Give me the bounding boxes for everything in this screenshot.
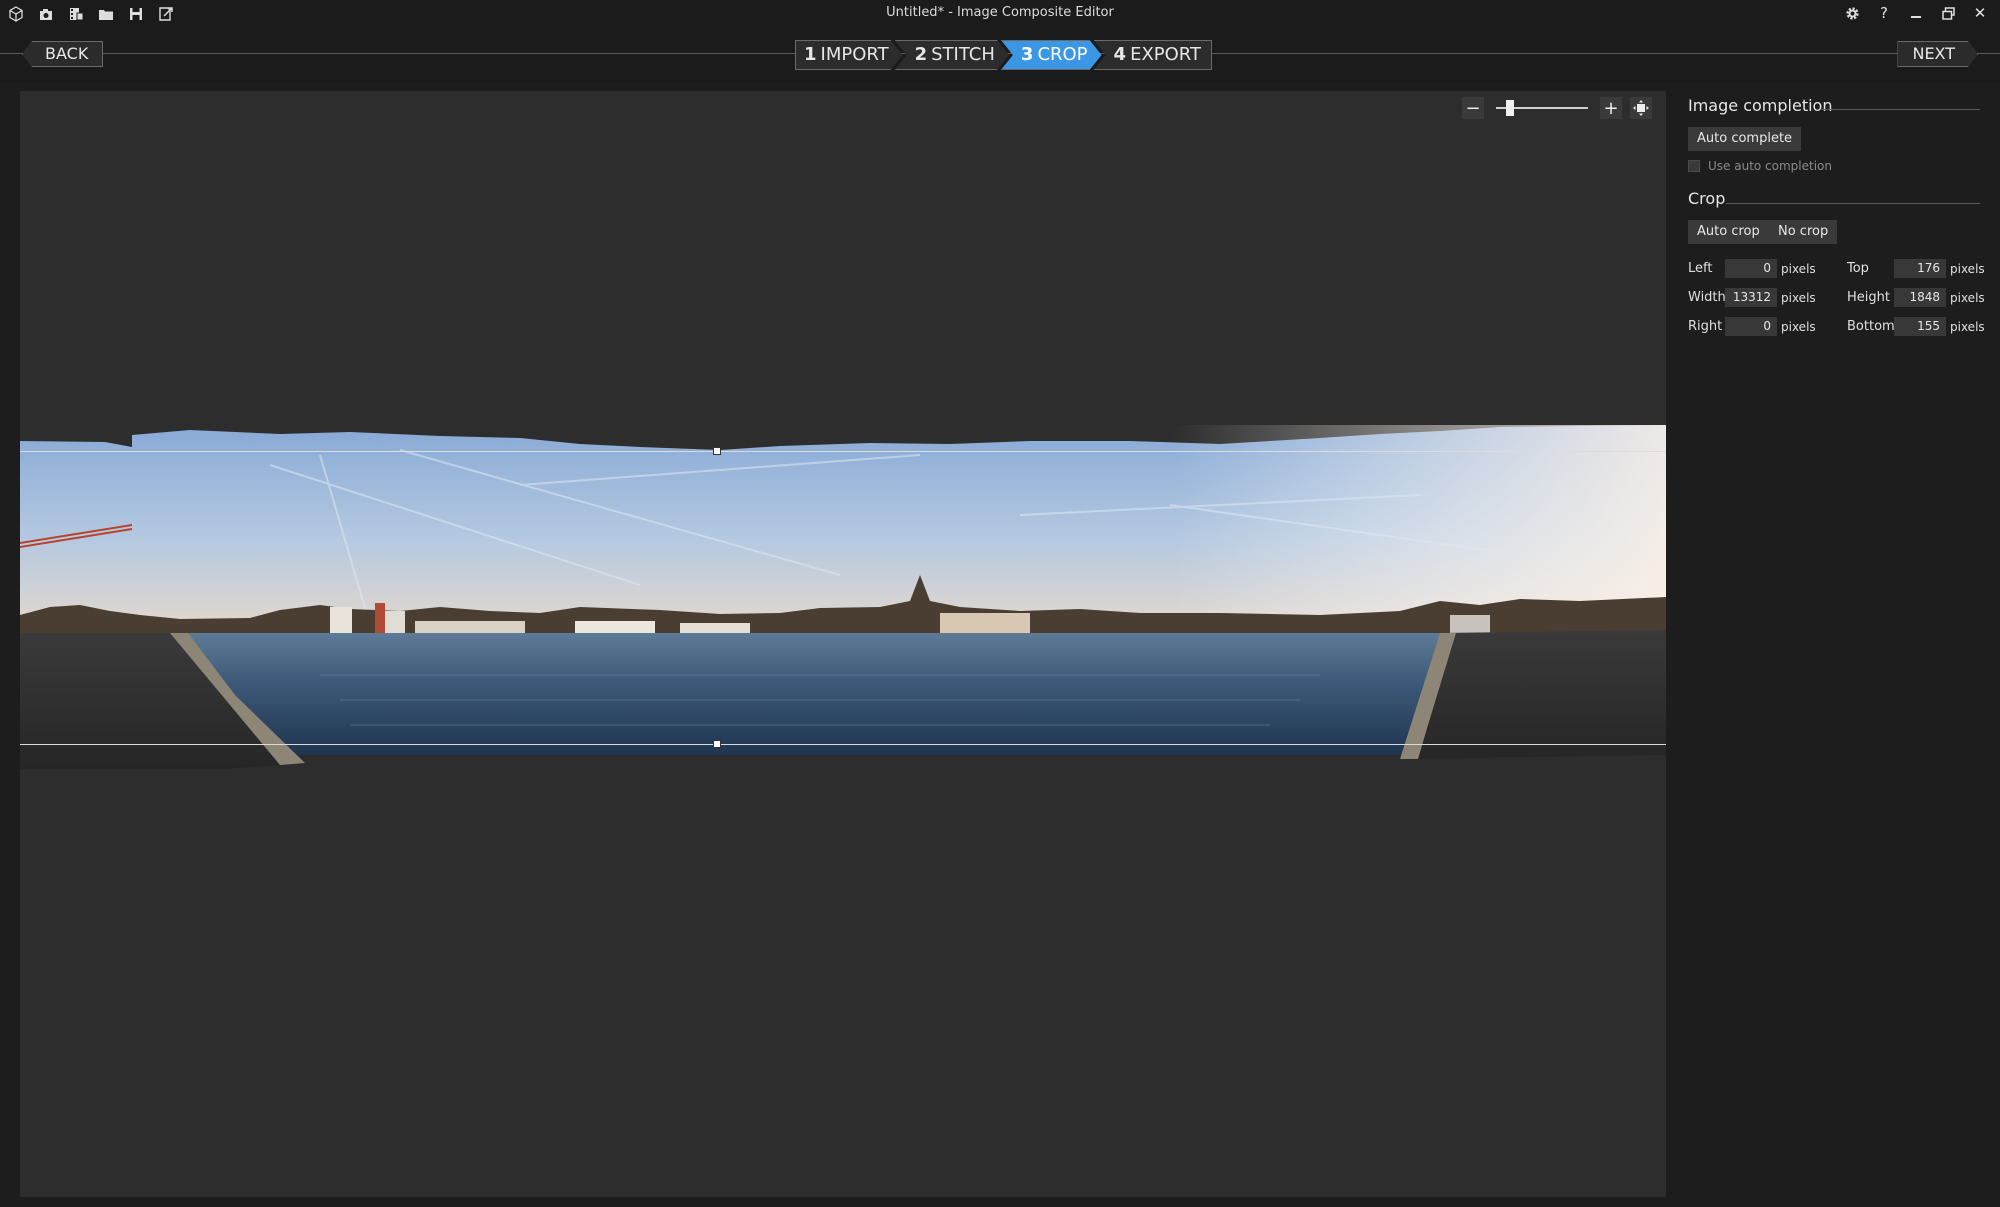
zoom-controls: − +: [1462, 97, 1652, 119]
width-input[interactable]: 13312: [1725, 288, 1777, 307]
top-unit: pixels: [1950, 262, 1985, 276]
back-button[interactable]: BACK: [22, 41, 104, 67]
restore-icon[interactable]: [1938, 3, 1958, 23]
step-import[interactable]: 1 IMPORT: [795, 40, 903, 70]
step-label: IMPORT: [820, 44, 889, 65]
height-unit: pixels: [1950, 291, 1985, 305]
bottom-label: Bottom: [1847, 319, 1895, 334]
help-icon[interactable]: ?: [1874, 3, 1894, 23]
zoom-slider-thumb[interactable]: [1506, 100, 1514, 116]
bottom-input[interactable]: 155: [1894, 317, 1946, 336]
left-unit: pixels: [1781, 262, 1816, 276]
panorama-canvas[interactable]: − +: [20, 91, 1666, 1197]
minimize-icon[interactable]: [1906, 3, 1926, 23]
close-icon[interactable]: ✕: [1970, 3, 1990, 23]
crop-top-edge[interactable]: [20, 451, 1666, 452]
step-export[interactable]: 4 EXPORT: [1093, 40, 1212, 70]
crop-top-handle[interactable]: [713, 447, 721, 455]
right-unit: pixels: [1781, 320, 1816, 334]
step-number: 3: [1020, 44, 1034, 65]
crop-title: Crop: [1688, 189, 1726, 208]
left-input[interactable]: 0: [1725, 259, 1777, 278]
checkbox-box[interactable]: [1688, 160, 1700, 172]
window-title: Untitled* - Image Composite Editor: [886, 5, 1114, 20]
crop-settings-panel: Image completion Auto complete Use auto …: [1668, 91, 2000, 1207]
step-label: STITCH: [931, 44, 995, 65]
bottom-unit: pixels: [1950, 320, 1985, 334]
settings-icon[interactable]: [1842, 3, 1862, 23]
right-input[interactable]: 0: [1725, 317, 1777, 336]
width-unit: pixels: [1781, 291, 1816, 305]
checkbox-label: Use auto completion: [1708, 159, 1833, 173]
next-button[interactable]: NEXT: [1897, 41, 1978, 67]
height-label: Height: [1847, 290, 1890, 305]
height-input[interactable]: 1848: [1894, 288, 1946, 307]
step-breadcrumb: 1 IMPORT 2 STITCH 3 CROP 4 EXPORT: [795, 40, 1212, 70]
width-label: Width: [1688, 290, 1726, 305]
step-stitch[interactable]: 2 STITCH: [895, 40, 1009, 70]
auto-crop-button[interactable]: Auto crop: [1688, 220, 1769, 244]
step-label: EXPORT: [1130, 44, 1201, 65]
step-number: 1: [804, 44, 817, 65]
zoom-slider[interactable]: [1496, 97, 1588, 119]
zoom-in-button[interactable]: +: [1600, 97, 1622, 119]
section-divider: [1820, 109, 1980, 110]
window-controls: ? ✕: [1842, 3, 1990, 23]
crop-bottom-handle[interactable]: [713, 740, 721, 748]
step-number: 4: [1113, 44, 1127, 65]
fit-to-window-icon: [1633, 100, 1649, 116]
image-completion-title: Image completion: [1688, 96, 1833, 115]
top-input[interactable]: 176: [1894, 259, 1946, 278]
stitched-panorama: [20, 425, 1666, 769]
crop-bottom-edge[interactable]: [20, 744, 1666, 745]
use-auto-completion-checkbox[interactable]: Use auto completion: [1688, 159, 1832, 173]
step-number: 2: [914, 44, 928, 65]
title-bar: Untitled* - Image Composite Editor ? ✕: [0, 0, 2000, 28]
auto-complete-button[interactable]: Auto complete: [1688, 127, 1802, 151]
top-label: Top: [1847, 261, 1869, 276]
fit-to-window-button[interactable]: [1630, 97, 1652, 119]
zoom-out-button[interactable]: −: [1462, 97, 1484, 119]
section-divider: [1726, 203, 1980, 204]
step-label: CROP: [1037, 44, 1088, 65]
no-crop-button[interactable]: No crop: [1769, 220, 1838, 244]
left-label: Left: [1688, 261, 1713, 276]
wizard-nav: BACK 1 IMPORT 2 STITCH 3 CROP 4 EXPORT NEXT: [0, 28, 2000, 82]
step-crop[interactable]: 3 CROP: [1001, 40, 1102, 70]
right-label: Right: [1688, 319, 1723, 334]
